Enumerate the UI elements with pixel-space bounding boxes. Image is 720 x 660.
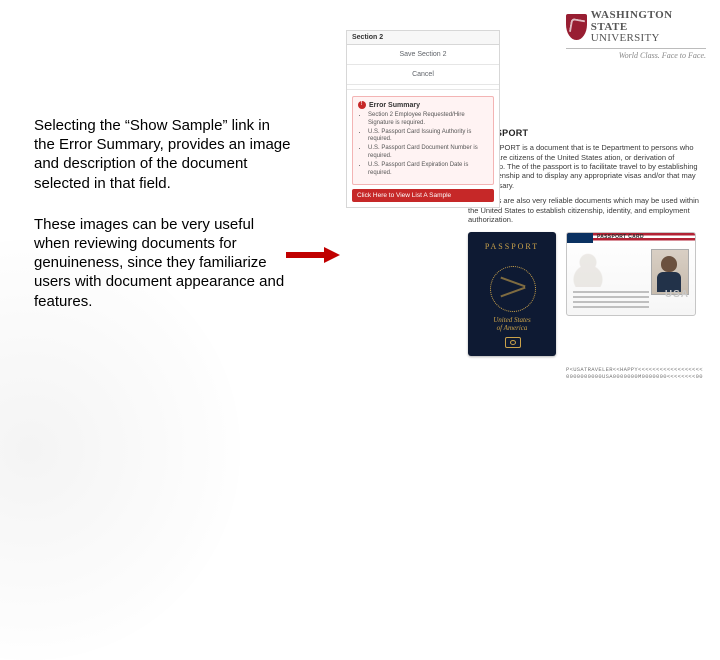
biometric-chip-icon xyxy=(505,337,521,348)
wsu-line2: UNIVERSITY xyxy=(591,33,706,45)
error-list: Section 2 Employee Requested/Hire Signat… xyxy=(368,112,488,177)
cancel-button[interactable]: Cancel xyxy=(347,65,499,85)
warning-icon xyxy=(358,101,366,109)
sheet-title: S PASSPORT xyxy=(468,128,704,139)
error-item: U.S. Passport Card Issuing Authority is … xyxy=(368,129,488,145)
error-item: U.S. Passport Card Document Number is re… xyxy=(368,145,488,161)
passport-card-image: PASSPORT CARD USA xyxy=(566,232,696,316)
sheet-p2: Passports are also very reliable documen… xyxy=(468,196,704,224)
ghost-portrait-icon xyxy=(573,249,603,287)
app-panel: Section 2 Save Section 2 Cancel Error Su… xyxy=(346,30,500,208)
card-usa-label: USA xyxy=(665,289,689,302)
card-data-lines xyxy=(573,291,649,311)
wsu-logo: WASHINGTON STATE UNIVERSITY World Class.… xyxy=(566,10,706,60)
wsu-wordmark: WASHINGTON STATE UNIVERSITY xyxy=(591,10,706,45)
explanatory-text: Selecting the “Show Sample” link in the … xyxy=(34,116,292,333)
error-summary-title: Error Summary xyxy=(369,102,420,109)
eagle-seal-icon xyxy=(490,266,536,312)
card-header: PASSPORT CARD xyxy=(597,234,644,240)
error-item: Section 2 Employee Requested/Hire Signat… xyxy=(368,112,488,128)
wsu-tagline: World Class. Face to Face. xyxy=(566,51,706,60)
mrz-text: P<USATRAVELER<<HAPPY<<<<<<<<<<<<<<<<<< 0… xyxy=(566,367,694,380)
explain-p2: These images can be very useful when rev… xyxy=(34,215,292,311)
sheet-p1: ES PASSPORT is a document that is te Dep… xyxy=(468,143,704,190)
explain-p1: Selecting the “Show Sample” link in the … xyxy=(34,116,292,193)
passport-booklet-image: PASSPORT United States of America xyxy=(468,232,556,356)
section-header: Section 2 xyxy=(347,31,499,45)
booklet-title: PASSPORT xyxy=(468,242,556,252)
wsu-shield-icon xyxy=(566,14,587,40)
booklet-country: United States of America xyxy=(468,317,556,332)
save-section-button[interactable]: Save Section 2 xyxy=(347,45,499,65)
sample-document-sheet: S PASSPORT ES PASSPORT is a document tha… xyxy=(468,128,704,356)
wsu-line1: WASHINGTON STATE xyxy=(591,9,673,33)
error-summary: Error Summary Section 2 Employee Request… xyxy=(352,96,494,185)
logo-divider xyxy=(566,48,706,49)
view-sample-link[interactable]: Click Here to View List A Sample xyxy=(352,189,494,202)
callout-arrow-icon xyxy=(286,247,340,263)
error-item: U.S. Passport Card Expiration Date is re… xyxy=(368,162,488,178)
spacer xyxy=(347,85,499,90)
